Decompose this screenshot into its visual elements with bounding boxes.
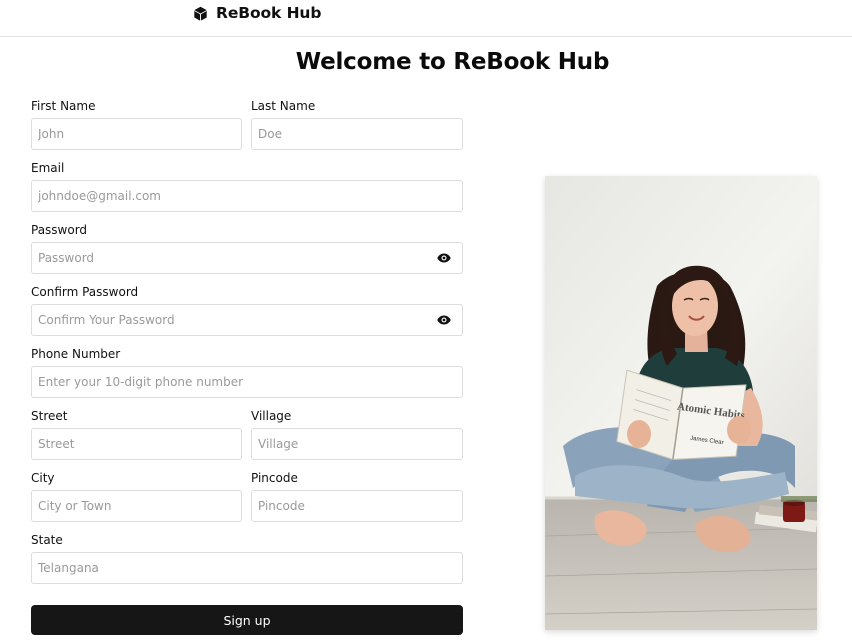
pincode-label: Pincode	[251, 471, 298, 485]
signup-button[interactable]: Sign up	[31, 605, 463, 635]
top-navbar: ReBook Hub	[0, 0, 852, 37]
hero-photo: Atomic Habits James Clear	[545, 176, 817, 630]
cube-icon	[194, 6, 207, 21]
street-input[interactable]	[31, 428, 242, 460]
eye-icon	[437, 315, 451, 325]
email-label: Email	[31, 161, 65, 175]
confirm-password-label: Confirm Password	[31, 285, 139, 299]
street-label: Street	[31, 409, 68, 423]
first-name-input[interactable]	[31, 118, 242, 150]
password-label: Password	[31, 223, 88, 237]
state-label: State	[31, 533, 63, 547]
reading-woman-illustration: Atomic Habits James Clear	[545, 176, 817, 630]
phone-label: Phone Number	[31, 347, 121, 361]
first-name-label: First Name	[31, 99, 96, 113]
last-name-input[interactable]	[251, 118, 463, 150]
confirm-password-input[interactable]	[31, 304, 463, 336]
village-label: Village	[251, 409, 292, 423]
brand-name: ReBook Hub	[216, 4, 322, 22]
page-title: Welcome to ReBook Hub	[295, 49, 610, 75]
state-input[interactable]	[31, 552, 463, 584]
show-confirm-password-toggle[interactable]	[436, 314, 452, 326]
phone-input[interactable]	[31, 366, 463, 398]
eye-icon	[437, 253, 451, 263]
pincode-input[interactable]	[251, 490, 463, 522]
brand-logo[interactable]: ReBook Hub	[193, 3, 321, 23]
village-input[interactable]	[251, 428, 463, 460]
city-input[interactable]	[31, 490, 242, 522]
city-label: City	[31, 471, 55, 485]
email-input[interactable]	[31, 180, 463, 212]
password-input[interactable]	[31, 242, 463, 274]
show-password-toggle[interactable]	[436, 252, 452, 264]
last-name-label: Last Name	[251, 99, 316, 113]
